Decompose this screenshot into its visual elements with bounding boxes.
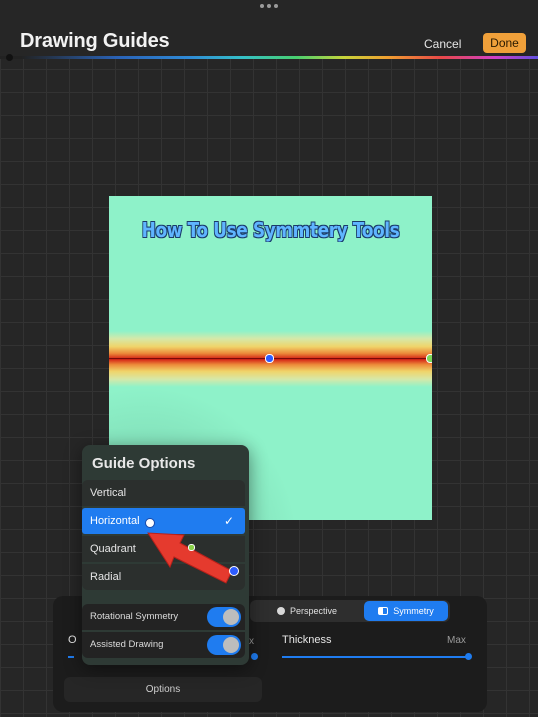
- rotational-symmetry-label: Rotational Symmetry: [90, 611, 179, 622]
- canvas-text: How To Use Symmtery Tools: [141, 218, 400, 242]
- tab-symmetry[interactable]: Symmetry: [364, 601, 448, 621]
- thickness-slider-track[interactable]: [282, 656, 468, 658]
- assisted-drawing-label: Assisted Drawing: [90, 639, 164, 650]
- annotation-node-green: [188, 544, 195, 551]
- tab-perspective[interactable]: Perspective: [254, 602, 360, 620]
- annotation-node-white: [145, 518, 155, 528]
- option-vertical[interactable]: Vertical: [82, 480, 245, 506]
- opacity-slider-track[interactable]: [68, 656, 74, 658]
- assisted-drawing-toggle[interactable]: [207, 635, 241, 655]
- more-handle-icon[interactable]: [259, 2, 279, 10]
- gradient-handle[interactable]: [6, 54, 13, 61]
- perspective-icon: [276, 607, 285, 615]
- opacity-slider-knob[interactable]: [251, 653, 258, 660]
- options-button[interactable]: Options: [64, 677, 262, 702]
- rotational-symmetry-toggle[interactable]: [207, 607, 241, 627]
- guide-center-node[interactable]: [265, 354, 274, 363]
- opacity-label: O: [68, 634, 77, 646]
- thickness-label: Thickness: [282, 634, 332, 646]
- annotation-node-blue: [229, 566, 239, 576]
- guide-rotate-node[interactable]: [426, 354, 432, 363]
- thickness-slider-knob[interactable]: [465, 653, 472, 660]
- guide-options-title: Guide Options: [92, 455, 196, 472]
- opacity-max-label: x: [249, 636, 254, 647]
- done-button[interactable]: Done: [483, 33, 526, 53]
- thickness-max-label: Max: [447, 635, 466, 646]
- tab-symmetry-label: Symmetry: [393, 606, 434, 616]
- color-gradient-bar: [0, 56, 538, 59]
- symmetry-icon: [378, 607, 389, 615]
- tab-perspective-label: Perspective: [289, 606, 338, 616]
- cancel-button[interactable]: Cancel: [424, 37, 461, 51]
- page-title: Drawing Guides: [20, 30, 170, 52]
